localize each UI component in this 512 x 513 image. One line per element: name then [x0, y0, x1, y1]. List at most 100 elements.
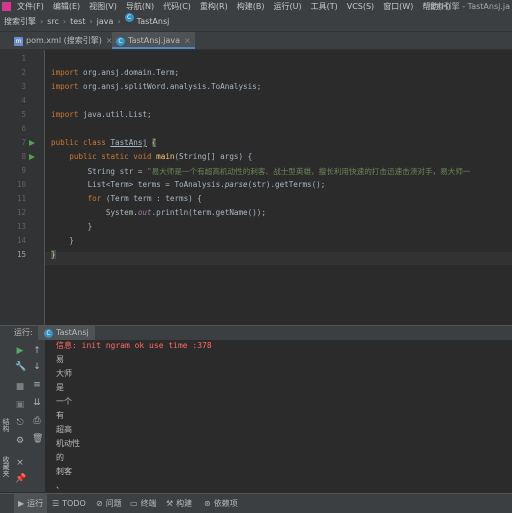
- menu-file[interactable]: 文件(F): [13, 0, 49, 13]
- console-line: 一个: [56, 397, 72, 406]
- console-output[interactable]: 信息: init ngram ok use time :378 易 大师 是 一…: [46, 340, 512, 492]
- line-number: 12: [16, 208, 26, 217]
- menu-view[interactable]: 视图(V): [85, 0, 122, 13]
- breadcrumb-class-label: TastAnsj: [136, 17, 170, 26]
- bottom-tab-terminal[interactable]: ▭ 终端: [130, 494, 157, 513]
- run-gutter-icon[interactable]: [29, 154, 35, 160]
- tab-label: pom.xml (搜索引擎): [26, 36, 102, 45]
- trash-icon[interactable]: 🗑: [32, 434, 43, 444]
- menu-refactor[interactable]: 重构(R): [196, 0, 233, 13]
- console-line: 刺客: [56, 467, 72, 476]
- code-line-2: import org.ansj.domain.Term;: [51, 68, 180, 77]
- scroll-to-end-icon[interactable]: ⇊: [32, 398, 42, 408]
- console-line: 、: [56, 481, 64, 490]
- app-logo-icon: [2, 2, 11, 11]
- line-number: 10: [16, 180, 26, 189]
- line-number: 2: [21, 68, 26, 77]
- line-number: 8: [21, 152, 26, 161]
- console-line: 易: [56, 355, 64, 364]
- problems-icon: ⊘: [96, 499, 103, 508]
- menu-tools[interactable]: 工具(T): [307, 0, 343, 13]
- hammer-icon: ⚒: [166, 499, 174, 508]
- favorites-tool-tab[interactable]: 收藏夹: [1, 456, 11, 477]
- close-icon[interactable]: ×: [184, 36, 191, 45]
- class-icon: C: [124, 13, 134, 22]
- line-number: 14: [16, 236, 26, 245]
- line-number: 3: [21, 82, 26, 91]
- console-line: 的: [56, 453, 64, 462]
- menu-bar: 文件(F) 编辑(E) 视图(V) 导航(N) 代码(C) 重构(R) 构建(B) 运行(U)…: [0, 0, 512, 13]
- list-icon: ☰: [52, 499, 60, 508]
- chevron-right-icon: ›: [40, 17, 44, 26]
- current-line-highlight: [45, 252, 512, 265]
- camera-icon[interactable]: ▣: [15, 400, 25, 410]
- code-editor[interactable]: import org.ansj.domain.Term; import org.…: [45, 50, 512, 325]
- run-toolbar: ▶ ↑ 🔧 ↓ ■ ≡ ▣ ⇊ ⎋ ⎙ ⚙ 🗑 × 📌: [12, 340, 45, 492]
- run-panel-header: 运行: C TastAnsj: [0, 325, 512, 340]
- line-number: 9: [21, 166, 26, 175]
- arrow-down-icon[interactable]: ↓: [32, 362, 42, 372]
- line-number: 1: [21, 54, 26, 63]
- print-icon[interactable]: ⎙: [32, 416, 42, 426]
- menu-window[interactable]: 窗口(W): [379, 0, 418, 13]
- breadcrumb-java[interactable]: java: [97, 13, 114, 31]
- run-tab-label: TastAnsj: [56, 328, 89, 337]
- breadcrumb-test[interactable]: test: [70, 13, 85, 31]
- pin-icon[interactable]: 📌: [15, 474, 26, 484]
- menu-build[interactable]: 构建(B): [233, 0, 270, 13]
- menu-navigate[interactable]: 导航(N): [122, 0, 159, 13]
- exit-icon[interactable]: ⎋: [15, 418, 25, 428]
- line-number: 11: [16, 194, 26, 203]
- maven-icon: m: [14, 37, 23, 46]
- menu-vcs[interactable]: VCS(S): [343, 0, 379, 13]
- run-tab-tastansj[interactable]: C TastAnsj: [38, 326, 95, 340]
- breadcrumb-project[interactable]: 搜索引擎: [0, 13, 36, 31]
- line-number: 4: [21, 96, 26, 105]
- class-icon: C: [116, 37, 125, 46]
- tab-label: TastAnsj.java: [128, 36, 181, 45]
- breadcrumb: 搜索引擎 › src › test › java › C TastAnsj: [0, 13, 512, 32]
- code-line-13: }: [87, 222, 93, 231]
- breadcrumb-src[interactable]: src: [47, 13, 59, 31]
- bottom-tab-dependencies[interactable]: ⊛ 依赖项: [204, 494, 238, 513]
- code-line-7: public class TastAnsj {: [51, 138, 157, 147]
- line-number: 7: [21, 138, 26, 147]
- line-number: 6: [21, 124, 26, 133]
- menu-run[interactable]: 运行(U): [269, 0, 306, 13]
- wrench-icon[interactable]: 🔧: [15, 362, 26, 372]
- chevron-right-icon: ›: [89, 17, 93, 26]
- terminal-icon: ▭: [130, 499, 138, 508]
- stop-icon[interactable]: ■: [15, 382, 25, 392]
- bottom-tab-build[interactable]: ⚒ 构建: [166, 494, 192, 513]
- code-line-5: import java.util.List;: [51, 110, 152, 119]
- settings-icon[interactable]: ⚙: [15, 436, 25, 446]
- menu-edit[interactable]: 编辑(E): [49, 0, 85, 13]
- arrow-up-icon[interactable]: ↑: [32, 346, 42, 356]
- rerun-icon[interactable]: ▶: [15, 346, 25, 356]
- editor-tabs: m pom.xml (搜索引擎) × C TastAnsj.java ×: [0, 32, 512, 50]
- run-gutter-icon[interactable]: [29, 140, 35, 146]
- code-line-15: }: [51, 250, 56, 259]
- bottom-tab-problems[interactable]: ⊘ 问题: [96, 494, 122, 513]
- structure-tool-tab[interactable]: 结构: [1, 418, 11, 432]
- close-icon[interactable]: ×: [15, 458, 25, 468]
- code-line-3: import org.ansj.splitWord.analysis.ToAna…: [51, 82, 262, 91]
- bottom-tab-run[interactable]: ▶ 运行: [14, 494, 48, 513]
- console-line: 信息: init ngram ok use time :378: [56, 341, 212, 350]
- dependencies-icon: ⊛: [204, 499, 211, 508]
- code-line-11: for (Term term : terms) {: [87, 194, 202, 203]
- tab-pom-xml[interactable]: m pom.xml (搜索引擎) ×: [10, 32, 117, 49]
- console-line: 有: [56, 411, 64, 420]
- class-icon: C: [44, 329, 53, 338]
- editor-gutter[interactable]: 1 2 3 4 5 6 7 8 9 10 11 12 13 14 15: [0, 50, 45, 325]
- breadcrumb-class[interactable]: C TastAnsj: [124, 13, 170, 31]
- chevron-right-icon: ›: [117, 17, 121, 26]
- code-line-10: List<Term> terms = ToAnalysis.parse(str)…: [87, 180, 326, 189]
- code-line-8: public static void main(String[] args) {: [69, 152, 253, 161]
- line-number: 13: [16, 222, 26, 231]
- soft-wrap-icon[interactable]: ≡: [32, 380, 42, 390]
- tab-tastansj-java[interactable]: C TastAnsj.java ×: [112, 32, 195, 49]
- console-line: 大师: [56, 369, 72, 378]
- menu-code[interactable]: 代码(C): [159, 0, 196, 13]
- bottom-tab-todo[interactable]: ☰ TODO: [52, 494, 86, 513]
